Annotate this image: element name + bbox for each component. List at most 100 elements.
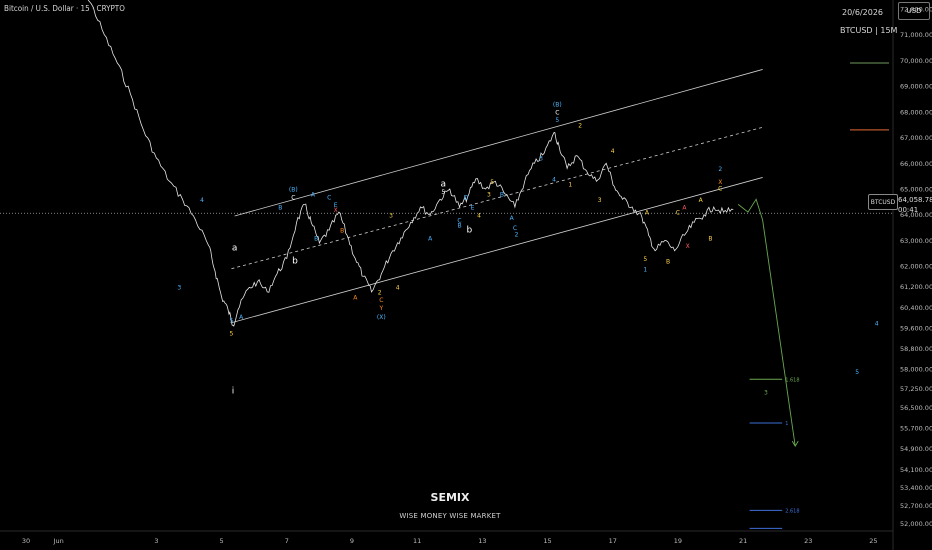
wave-label: A (645, 210, 650, 217)
wave-label: X (334, 207, 338, 214)
wave-label: 5 (229, 318, 233, 325)
y-tick-label: 52,700.00 (900, 502, 932, 510)
wave-label: 4 (477, 212, 481, 219)
wave-label: C (555, 109, 559, 116)
projection-series (737, 198, 799, 448)
wave-label: C (379, 297, 383, 304)
wave-label: 1 (568, 181, 572, 188)
wave-label: B (314, 235, 318, 242)
wave-label: 4 (396, 284, 400, 291)
bar-countdown: 00:41 (898, 206, 919, 214)
y-tick-label: 62,000.00 (900, 263, 932, 271)
wave-label: C (718, 185, 722, 192)
wave-label: 3 (598, 197, 602, 204)
y-axis: 52,000.00 52,700.00 53,400.00 54,100.00 54,9… (892, 0, 932, 550)
fib-level-label: 1 (785, 421, 788, 427)
wave-labels: 55Aia34(B)CbABCEXBB3A2CY(X)4a5DE35B4CB bA… (177, 102, 878, 397)
wave-label: 2 (718, 166, 722, 173)
y-tick-label: 58,800.00 (900, 345, 932, 353)
fib-level-label: 2.618 (785, 508, 799, 514)
wave-label: 3 (177, 284, 181, 291)
wave-label: Y (378, 305, 383, 312)
wave-label: E (471, 205, 475, 212)
wave-label: b (292, 257, 298, 267)
x-axis: 30 Jun 3 5 7 9 11 13 15 17 19 21 23 25 (0, 530, 893, 545)
wave-label: 3 (539, 156, 543, 163)
y-tick-label: 53,400.00 (900, 484, 932, 492)
wave-label: 5 (229, 331, 233, 338)
price-chart[interactable]: 1.61812.618 55Aia34(B)CbABCEXBB3A2CY(X)4… (0, 0, 932, 550)
wave-label: A (682, 205, 687, 212)
wave-label: B (708, 235, 712, 242)
wave-label: C (291, 194, 295, 201)
wave-label: 4 (875, 320, 879, 327)
wave-label: (X) (377, 314, 386, 321)
x-tick-label: 7 (285, 537, 289, 545)
wave-label: (B) (289, 187, 298, 194)
wave-label: i (232, 386, 235, 396)
fib-levels: 1.618 1 2.618 (749, 377, 800, 529)
watermark-title: SEMIX (430, 491, 470, 504)
wave-label: 2 (378, 289, 382, 296)
y-tick-label: 58,000.00 (900, 366, 932, 374)
wave-label: 4 (611, 148, 615, 155)
wave-label: 4 (552, 176, 556, 183)
date-label: 20/6/2026 (842, 8, 884, 17)
wave-label: X (686, 243, 690, 250)
wave-label: B (457, 223, 461, 230)
y-tick-label: 54,900.00 (900, 445, 932, 453)
x-tick-label: 15 (543, 537, 551, 545)
legend-swatches (850, 62, 889, 131)
x-tick-label: 23 (804, 537, 812, 545)
wave-label: A (428, 235, 433, 242)
wave-label: A (699, 197, 704, 204)
y-tick-label: 61,200.00 (900, 283, 932, 291)
y-tick-label: 70,000.00 (900, 57, 932, 65)
wave-label: C (676, 210, 680, 217)
wave-label: 5 (441, 189, 445, 196)
y-tick-label: 57,250.00 (900, 385, 932, 393)
wave-label: 2 (515, 232, 519, 239)
y-tick-label: 52,000.00 (900, 520, 932, 528)
y-tick-label: 66,000.00 (900, 160, 932, 168)
wave-label: B (500, 192, 504, 199)
x-tick-label: 19 (674, 537, 682, 545)
wave-label: A (353, 295, 358, 302)
wave-label: a (232, 244, 238, 254)
price-line (87, 0, 734, 327)
wave-label: (B) (553, 102, 562, 109)
x-tick-label: 3 (154, 537, 158, 545)
wave-label: 4 (200, 197, 204, 204)
wave-label: B (340, 228, 344, 235)
price-symbol-tag: BTCUSD (868, 194, 898, 210)
price-series (0, 0, 893, 327)
x-tick-label: 9 (350, 537, 354, 545)
x-tick-label: Jun (53, 537, 64, 545)
x-tick-label: 30 (22, 537, 30, 545)
currency-button[interactable]: USD (898, 2, 930, 20)
timeframe-label: BTCUSD | 15M (840, 26, 898, 35)
fib-level-label: 1.618 (785, 377, 799, 383)
wave-label: C (327, 194, 331, 201)
wave-label: a (440, 179, 446, 189)
y-tick-label: 55,700.00 (900, 425, 932, 433)
x-tick-label: 5 (220, 537, 224, 545)
y-tick-label: 60,400.00 (900, 304, 932, 312)
projection-path (737, 198, 796, 447)
y-tick-label: 69,000.00 (900, 83, 932, 91)
wave-label: 3 (389, 212, 393, 219)
y-tick-label: 65,000.00 (900, 186, 932, 194)
x-tick-label: 17 (609, 537, 617, 545)
x-tick-label: 25 (869, 537, 877, 545)
wave-label: 5 (555, 117, 559, 124)
y-tick-label: 54,100.00 (900, 466, 932, 474)
wave-label: 3 (764, 390, 768, 397)
wave-label: B (666, 259, 670, 266)
wave-label: 5 (855, 369, 859, 376)
y-tick-label: 56,500.00 (900, 404, 932, 412)
y-tick-label: 63,000.00 (900, 237, 932, 245)
y-tick-label: 71,000.00 (900, 31, 932, 39)
symbol-title[interactable]: Bitcoin / U.S. Dollar · 15 · CRYPTO (4, 4, 125, 13)
channel-line (231, 177, 763, 324)
x-tick-label: 21 (739, 537, 747, 545)
